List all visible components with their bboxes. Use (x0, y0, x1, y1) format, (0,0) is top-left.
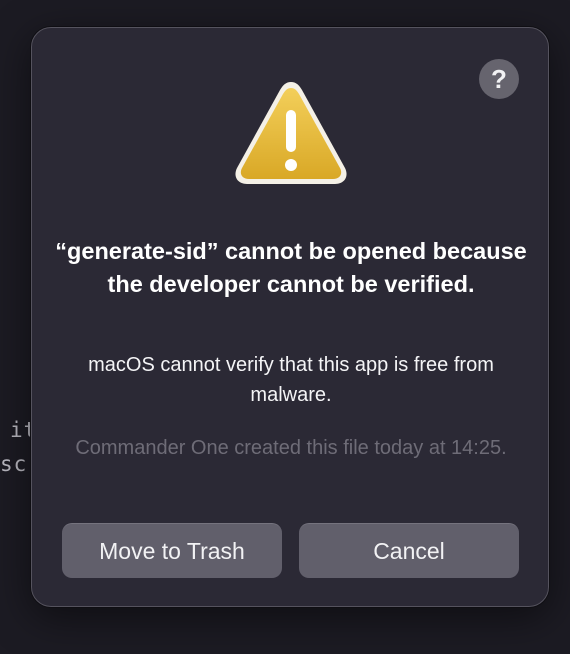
dialog-title: “generate-sid” cannot be opened because … (55, 238, 527, 297)
help-button[interactable]: ? (479, 59, 519, 99)
security-alert-dialog: ? “generate-sid” cannot be opened becaus… (31, 27, 549, 607)
cancel-button[interactable]: Cancel (299, 523, 519, 578)
dialog-message: macOS cannot verify that this app is fre… (88, 354, 494, 406)
dialog-info: Commander One created this file today at… (75, 437, 507, 459)
warning-triangle-icon (235, 82, 347, 184)
background-terminal-text: sc (0, 452, 28, 476)
move-to-trash-button[interactable]: Move to Trash (62, 523, 282, 578)
